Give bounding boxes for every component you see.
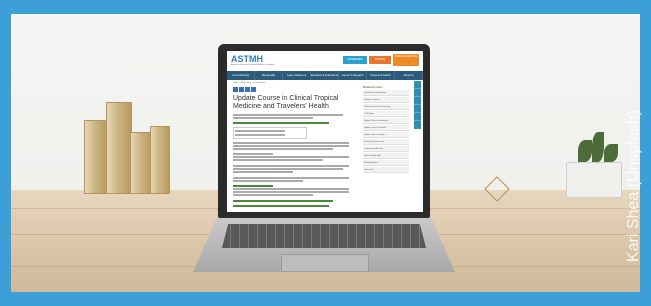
print-icon[interactable] [414,113,421,121]
body-text-line [233,145,349,147]
body-text-line [235,134,285,136]
sidebar-item[interactable]: Global Health Jobs [363,153,409,159]
sidebar-item[interactable]: Update Course Schedule [363,125,409,131]
body-text-line [233,153,273,155]
sidebar-item[interactable]: Continuing Education [363,146,409,152]
site-nav: Annual Meeting Membership Learn, Advance… [227,71,423,86]
nav-annual-meeting[interactable]: Annual Meeting [227,71,255,80]
nav-awards[interactable]: Pioneers & Awards [367,71,395,80]
breadcrumb[interactable]: Home > Education > Certification [233,82,265,84]
gold-vase [106,102,132,194]
body-link-line[interactable] [233,122,329,124]
facebook-icon[interactable] [233,87,238,92]
body-text-line [233,114,343,116]
share-buttons [233,87,256,92]
sidebar-item[interactable]: CTH Exam [363,111,409,117]
sidebar-item[interactable]: Related Articles [363,160,409,166]
sidebar-item[interactable]: Certificate of Knowledge [363,90,409,96]
plant-pot [566,162,622,198]
site-tagline: American Society of Tropical Medicine & … [231,64,275,66]
body-link-line[interactable] [233,185,273,187]
site-logo[interactable]: ASTMH [231,54,263,64]
sidebar-title: Related Links [363,85,383,89]
registration-table [233,127,307,139]
nav-education[interactable]: Education & Professional Development [311,71,339,86]
donate-button[interactable]: DONATE [369,56,391,64]
email-icon[interactable] [251,87,256,92]
body-text-line [233,148,333,150]
nav-careers[interactable]: Careers & Research [339,71,367,80]
nav-learn[interactable]: Learn, Advance & Engage [283,71,311,86]
page-title: Update Course in Clinical Tropical Medic… [233,95,339,110]
sidebar-item[interactable]: Clinical Consultants Directory [363,104,409,110]
body-text-line [233,117,313,119]
sidebar-item[interactable]: Contact Us [363,167,409,173]
body-text-line [233,142,349,144]
sidebar-item[interactable]: Update Course Information [363,118,409,124]
laptop-keyboard [222,224,426,248]
linkedin-icon[interactable] [245,87,250,92]
person-icon[interactable] [414,81,421,89]
gold-vase [130,132,152,194]
gold-vase [150,126,170,194]
sidebar-item[interactable]: Diploma Courses [363,97,409,103]
body-text-line [233,191,349,193]
sidebar-item[interactable]: Update Course Faculty [363,132,409,138]
plant-leaf [578,140,592,162]
nav-about[interactable]: About Us [395,71,423,80]
social-rail [414,81,421,129]
nav-membership[interactable]: Membership [255,71,283,80]
body-text-line [233,177,349,179]
join-renew-button[interactable]: JOIN/RENEW [343,56,367,64]
share-icon[interactable] [414,105,421,113]
body-text-line [233,159,323,161]
body-text-line [233,165,349,167]
plant-leaf [592,132,604,162]
twitter-icon[interactable] [239,87,244,92]
body-link-line[interactable] [233,205,329,207]
annual-meeting-button[interactable]: ANNUAL MEETING [393,54,419,66]
body-text-line [233,168,343,170]
body-text-line [235,130,285,132]
gold-vase [84,120,108,194]
photo-scene: ASTMH American Society of Tropical Medic… [0,0,651,306]
site-header: ASTMH American Society of Tropical Medic… [227,51,423,72]
heart-icon[interactable] [414,97,421,105]
body-text-line [233,180,303,182]
body-link-line[interactable] [233,200,333,202]
laptop-screen: ASTMH American Society of Tropical Medic… [227,51,423,212]
photo-credit: Kari Shea (Unsplash) [625,110,642,263]
email-icon[interactable] [414,89,421,97]
body-text-line [233,188,349,190]
body-text-line [233,156,349,158]
body-text-line [233,171,293,173]
plant-leaf [604,144,618,162]
sidebar-item[interactable]: Exam Prep Resources [363,139,409,145]
body-text-line [233,194,313,196]
laptop-trackpad [281,254,369,272]
